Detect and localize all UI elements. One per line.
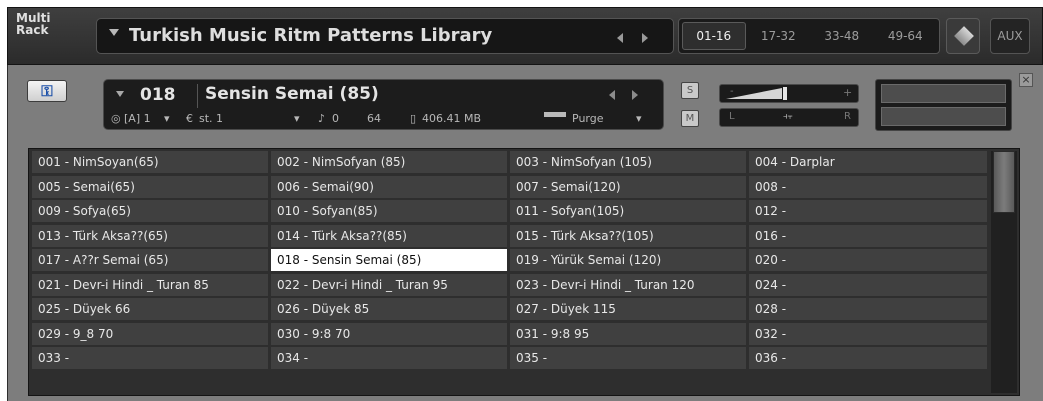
slot-item[interactable]: 009 - Sofya(65)	[32, 200, 268, 222]
slot-item[interactable]: 026 - Düyek 85	[271, 298, 507, 320]
slot-item[interactable]: 028 -	[749, 298, 987, 320]
level-meter-left	[881, 84, 1006, 103]
slot-item[interactable]: 005 - Semai(65)	[32, 175, 268, 198]
slot-item[interactable]: 012 -	[749, 200, 987, 222]
close-icon[interactable]: ×	[1019, 73, 1033, 87]
slot-item[interactable]: 017 - A??r Semai (65)	[32, 249, 268, 271]
output-icon: €	[186, 112, 193, 125]
next-rack-arrow-icon[interactable]	[642, 33, 648, 43]
slot-item[interactable]: 018 - Sensin Semai (85)	[271, 249, 507, 271]
slot-item[interactable]: 002 - NimSofyan (85)	[271, 151, 507, 173]
slot-item[interactable]: 008 -	[749, 175, 987, 198]
slot-item[interactable]: 013 - Türk Aksa??(65)	[32, 224, 268, 247]
prev-instrument-arrow-icon[interactable]	[609, 90, 615, 100]
dropdown-arrow-icon[interactable]	[109, 29, 119, 36]
mute-button[interactable]: M	[681, 110, 699, 127]
level-meters	[875, 79, 1012, 131]
tab-page-17-32[interactable]: 17-32	[748, 22, 810, 50]
level-meter-right	[881, 107, 1006, 126]
solo-button[interactable]: S	[681, 82, 699, 99]
snapshot-icon	[954, 26, 974, 46]
volume-ramp	[726, 88, 782, 99]
tab-page-49-64[interactable]: 49-64	[875, 22, 937, 50]
output-select[interactable]: st. 1	[199, 112, 223, 125]
slot-item[interactable]: 036 -	[749, 347, 987, 369]
slot-item[interactable]: 011 - Sofyan(105)	[510, 200, 746, 222]
patch-slot-grid: 001 - NimSoyan(65) 002 - NimSofyan (85) 00…	[28, 148, 1020, 396]
tab-page-01-16[interactable]: 01-16	[682, 22, 746, 50]
pan-left-label: L	[729, 111, 735, 122]
max-voices[interactable]: 64	[367, 112, 381, 125]
rack-header: Multi Rack Turkish Music Ritm Patterns L…	[7, 7, 1043, 65]
slot-item[interactable]: 021 - Devr-i Hindi _ Turan 85	[32, 273, 268, 296]
instrument-panel: × ⚿ 018 Sensin Semai (85) ◎ [A] 1 ▾ € st…	[7, 65, 1043, 401]
slot-item[interactable]: 025 - Düyek 66	[32, 298, 268, 320]
slot-item[interactable]: 035 -	[510, 347, 746, 369]
slot-item[interactable]: 016 -	[749, 224, 987, 247]
slot-item[interactable]: 033 -	[32, 347, 268, 369]
slot-item[interactable]: 024 -	[749, 273, 987, 296]
midi-channel-arrow-icon[interactable]: ▾	[164, 112, 170, 125]
instrument-number: 018	[140, 85, 176, 105]
slot-item[interactable]: 034 -	[271, 347, 507, 369]
slot-item[interactable]: 032 -	[749, 322, 987, 345]
header-divider	[197, 84, 198, 108]
instrument-info-row: ◎ [A] 1 ▾ € st. 1 ▾ ♪ 0 64 ▯ 406.41 MB P…	[104, 112, 665, 128]
edit-instrument-button[interactable]: ⚿	[27, 80, 67, 102]
app-window: Multi Rack Turkish Music Ritm Patterns L…	[0, 0, 1043, 401]
purge-arrow-icon[interactable]: ▾	[636, 112, 642, 125]
volume-thumb[interactable]	[783, 87, 787, 100]
rack-title: Turkish Music Ritm Patterns Library	[129, 25, 493, 46]
slot-item[interactable]: 010 - Sofyan(85)	[271, 200, 507, 222]
voices-icon: ♪	[318, 112, 326, 125]
aux-button[interactable]: AUX	[990, 18, 1030, 54]
slot-item[interactable]: 023 - Devr-i Hindi _ Turan 120	[510, 273, 746, 296]
slot-item[interactable]: 014 - Türk Aksa??(85)	[271, 224, 507, 247]
purge-icon	[544, 112, 566, 117]
multi-rack-label: Multi Rack	[16, 12, 50, 36]
next-instrument-arrow-icon[interactable]	[632, 90, 638, 100]
slot-item[interactable]: 030 - 9:8 70	[271, 322, 507, 345]
slot-item[interactable]: 003 - NimSofyan (105)	[510, 151, 746, 173]
slot-item[interactable]: 029 - 9_8 70	[32, 322, 268, 345]
pan-slider[interactable]: L ⫞⫟ R	[719, 108, 859, 127]
memory-usage: 406.41 MB	[422, 112, 482, 125]
slot-item[interactable]: 031 - 9:8 95	[510, 322, 746, 345]
rack-page-tabs: 01-16 17-32 33-48 49-64	[678, 18, 940, 54]
snapshot-button[interactable]	[946, 18, 980, 54]
midi-channel-select[interactable]: [A] 1	[124, 112, 151, 125]
slot-item[interactable]: 020 -	[749, 249, 987, 271]
midi-icon: ◎	[111, 112, 121, 125]
volume-minus-label: -	[730, 86, 734, 97]
tab-page-33-48[interactable]: 33-48	[811, 22, 873, 50]
slot-item[interactable]: 022 - Devr-i Hindi _ Turan 95	[271, 273, 507, 296]
volume-plus-label: +	[843, 86, 853, 99]
memory-icon: ▯	[410, 112, 417, 125]
pan-center-icon[interactable]: ⫞⫟	[782, 111, 794, 124]
instrument-name[interactable]: Sensin Semai (85)	[205, 84, 379, 104]
slot-item[interactable]: 019 - Yürük Semai (120)	[510, 249, 746, 271]
slot-item[interactable]: 006 - Semai(90)	[271, 175, 507, 198]
instrument-header: 018 Sensin Semai (85) ◎ [A] 1 ▾ € st. 1 …	[103, 79, 664, 130]
instrument-menu-arrow-icon[interactable]	[116, 91, 124, 97]
rack-title-dropdown[interactable]: Turkish Music Ritm Patterns Library	[96, 18, 674, 54]
pan-right-label: R	[844, 111, 851, 122]
slot-item[interactable]: 027 - Düyek 115	[510, 298, 746, 320]
purge-select[interactable]: Purge	[572, 112, 604, 125]
prev-rack-arrow-icon[interactable]	[617, 33, 623, 43]
multi-rack-label-line2: Rack	[16, 23, 49, 37]
voices-count: 0	[332, 112, 339, 125]
wrench-icon: ⚿	[41, 82, 53, 100]
scrollbar-thumb[interactable]	[993, 151, 1015, 213]
volume-slider[interactable]: - +	[719, 84, 859, 103]
slot-item[interactable]: 015 - Türk Aksa??(105)	[510, 224, 746, 247]
output-arrow-icon[interactable]: ▾	[294, 112, 300, 125]
slot-item[interactable]: 004 - Darplar	[749, 151, 987, 173]
grid-scrollbar[interactable]	[991, 151, 1017, 393]
slot-item[interactable]: 001 - NimSoyan(65)	[32, 151, 268, 173]
slot-item[interactable]: 007 - Semai(120)	[510, 175, 746, 198]
